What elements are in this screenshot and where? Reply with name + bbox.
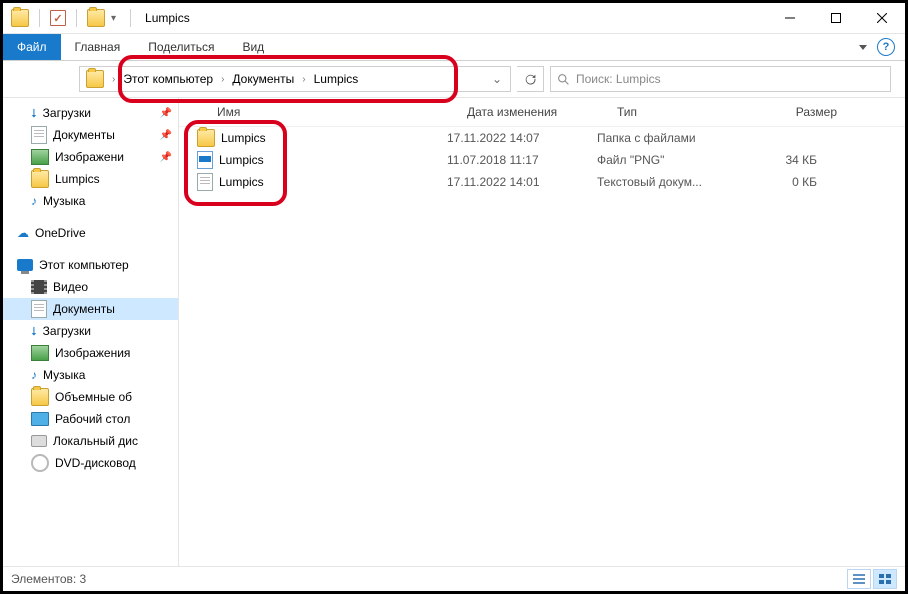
sidebar-item-documents-pc[interactable]: Документы: [3, 298, 178, 320]
sidebar-group-thispc[interactable]: Этот компьютер: [3, 254, 178, 276]
pictures-icon: [31, 345, 49, 361]
download-icon: ⭣: [31, 324, 37, 339]
status-text: Элементов: 3: [11, 572, 86, 586]
column-name[interactable]: Имя: [179, 105, 467, 119]
title-bar: ✓ ▾ Lumpics: [3, 3, 905, 34]
search-icon: [557, 73, 570, 86]
sidebar-item-documents[interactable]: Документы📌: [3, 124, 178, 146]
pc-icon: [17, 259, 33, 271]
file-tab[interactable]: Файл: [3, 34, 61, 60]
sidebar-item-desktop[interactable]: Рабочий стол: [3, 408, 178, 430]
sidebar-item-3dobjects[interactable]: Объемные об: [3, 386, 178, 408]
pin-icon: 📌: [160, 108, 172, 119]
breadcrumb-segment[interactable]: Документы: [226, 72, 300, 86]
sidebar-item-music[interactable]: ♪Музыка: [3, 190, 178, 212]
document-icon: [31, 126, 47, 144]
sidebar-group-onedrive[interactable]: ☁OneDrive: [3, 222, 178, 244]
sidebar-item-localdisk[interactable]: Локальный дис: [3, 430, 178, 452]
text-file-icon: [197, 173, 213, 191]
pin-icon: 📌: [160, 152, 172, 163]
ribbon: Файл Главная Поделиться Вид ?: [3, 34, 905, 61]
download-icon: ⭣: [31, 106, 37, 121]
sidebar-item-pictures-pc[interactable]: Изображения: [3, 342, 178, 364]
address-bar[interactable]: › Этот компьютер › Документы › Lumpics ⌄: [79, 66, 511, 92]
column-size[interactable]: Размер: [757, 105, 857, 119]
view-icons-button[interactable]: [873, 569, 897, 589]
folder-icon: [197, 129, 215, 147]
breadcrumb-folder-icon: [86, 70, 104, 88]
app-folder-icon: [11, 9, 29, 27]
sidebar-item-videos[interactable]: Видео: [3, 276, 178, 298]
sidebar-item-music-pc[interactable]: ♪Музыка: [3, 364, 178, 386]
search-box[interactable]: Поиск: Lumpics: [550, 66, 891, 92]
search-placeholder: Поиск: Lumpics: [576, 72, 661, 86]
minimize-button[interactable]: [767, 3, 813, 33]
nav-row: ← → ↑ › Этот компьютер › Документы › Lum…: [3, 61, 905, 98]
breadcrumb-segment[interactable]: Этот компьютер: [117, 72, 219, 86]
breadcrumb-segment[interactable]: Lumpics: [308, 72, 365, 86]
tab-share[interactable]: Поделиться: [134, 34, 228, 60]
view-details-button[interactable]: [847, 569, 871, 589]
sidebar-item-dvd[interactable]: DVD-дисковод: [3, 452, 178, 474]
file-list-pane: Имя Дата изменения Тип Размер Lumpics 17…: [179, 98, 905, 570]
qat-newfolder-icon[interactable]: [87, 9, 105, 27]
video-icon: [31, 280, 47, 294]
column-date[interactable]: Дата изменения: [467, 105, 617, 119]
chevron-right-icon[interactable]: ›: [219, 74, 226, 85]
window-title: Lumpics: [145, 11, 190, 25]
help-icon[interactable]: ?: [877, 38, 895, 56]
chevron-right-icon[interactable]: ›: [300, 74, 307, 85]
ribbon-collapse-icon[interactable]: [859, 45, 867, 50]
png-icon: [197, 151, 213, 169]
sidebar-item-pictures[interactable]: Изображени📌: [3, 146, 178, 168]
file-row[interactable]: Lumpics 11.07.2018 11:17 Файл "PNG" 34 К…: [179, 149, 905, 171]
folder-icon: [31, 170, 49, 188]
status-bar: Элементов: 3: [3, 566, 905, 591]
qat-separator: [76, 9, 77, 27]
close-button[interactable]: [859, 3, 905, 33]
music-icon: ♪: [31, 368, 37, 382]
qat-dropdown-icon[interactable]: ▾: [109, 13, 120, 24]
dvd-icon: [31, 454, 49, 472]
pin-icon: 📌: [160, 130, 172, 141]
pictures-icon: [31, 149, 49, 165]
sidebar-item-downloads-pc[interactable]: ⭣Загрузки: [3, 320, 178, 342]
maximize-button[interactable]: [813, 3, 859, 33]
desktop-icon: [31, 412, 49, 426]
file-row[interactable]: Lumpics 17.11.2022 14:07 Папка с файлами: [179, 127, 905, 149]
cloud-icon: ☁: [17, 226, 29, 240]
document-icon: [31, 300, 47, 318]
column-type[interactable]: Тип: [617, 105, 757, 119]
qat-separator: [39, 9, 40, 27]
refresh-button[interactable]: [517, 66, 544, 92]
column-headers: Имя Дата изменения Тип Размер: [179, 98, 905, 127]
sidebar-item-downloads[interactable]: ⭣Загрузки📌: [3, 102, 178, 124]
tab-view[interactable]: Вид: [228, 34, 278, 60]
folder-icon: [31, 388, 49, 406]
address-dropdown-icon[interactable]: ⌄: [484, 72, 510, 86]
disk-icon: [31, 435, 47, 447]
navigation-pane: ⭣Загрузки📌 Документы📌 Изображени📌 Lumpic…: [3, 98, 179, 570]
chevron-right-icon[interactable]: ›: [110, 74, 117, 85]
music-icon: ♪: [31, 194, 37, 208]
tab-home[interactable]: Главная: [61, 34, 135, 60]
file-row[interactable]: Lumpics 17.11.2022 14:01 Текстовый докум…: [179, 171, 905, 193]
qat-properties-icon[interactable]: ✓: [50, 10, 66, 26]
qat-separator: [130, 9, 131, 27]
sidebar-item-lumpics[interactable]: Lumpics: [3, 168, 178, 190]
